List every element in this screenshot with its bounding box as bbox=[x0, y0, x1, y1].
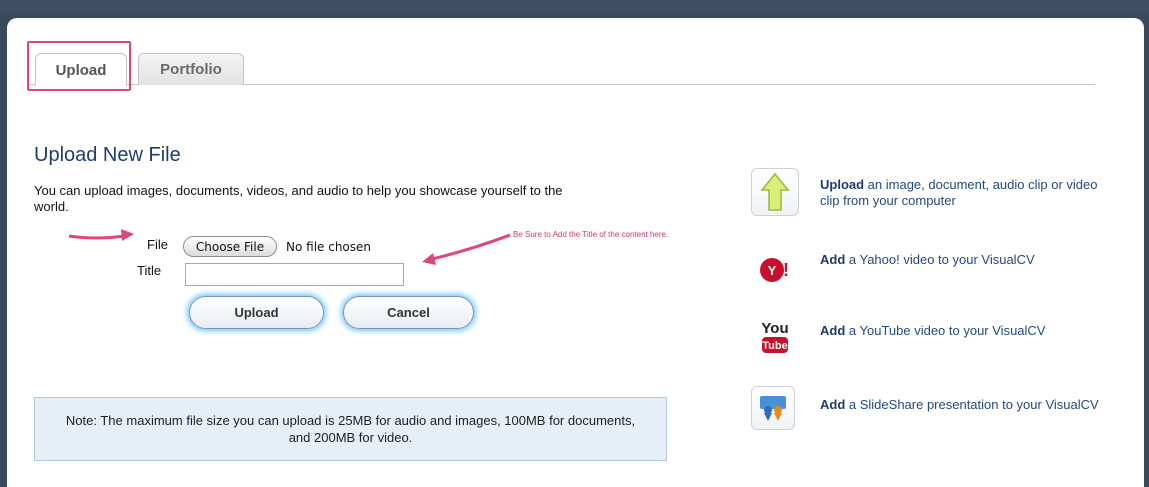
side-option-upload-action: Upload bbox=[820, 177, 865, 192]
pink-arrow-title bbox=[422, 233, 511, 265]
side-option-yahoo-text: a Yahoo! video to your VisualCV bbox=[845, 252, 1035, 267]
side-option-upload[interactable]: Upload an image, document, audio clip or… bbox=[820, 177, 1110, 209]
svg-text:You: You bbox=[761, 320, 788, 337]
pink-arrow-file bbox=[68, 229, 134, 241]
svg-text:Tube: Tube bbox=[762, 340, 787, 352]
yahoo-icon[interactable]: Y ! bbox=[751, 245, 799, 293]
svg-text:Y: Y bbox=[768, 263, 777, 278]
slideshare-icon[interactable] bbox=[751, 386, 795, 430]
side-option-yahoo-action: Add bbox=[820, 252, 846, 267]
side-option-slideshare-text: a SlideShare presentation to your Visual… bbox=[845, 397, 1099, 412]
side-option-youtube-text: a YouTube video to your VisualCV bbox=[845, 323, 1046, 338]
side-option-youtube[interactable]: Add a YouTube video to your VisualCV bbox=[820, 323, 1110, 339]
side-option-slideshare-action: Add bbox=[820, 397, 846, 412]
svg-text:!: ! bbox=[783, 260, 789, 280]
upload-arrow-icon[interactable] bbox=[751, 168, 799, 216]
side-option-slideshare[interactable]: Add a SlideShare presentation to your Vi… bbox=[820, 397, 1110, 413]
side-option-yahoo[interactable]: Add a Yahoo! video to your VisualCV bbox=[820, 252, 1110, 268]
side-option-youtube-action: Add bbox=[820, 323, 846, 338]
file-size-note: Note: The maximum file size you can uplo… bbox=[34, 397, 667, 461]
youtube-icon[interactable]: You Tube bbox=[751, 312, 799, 360]
